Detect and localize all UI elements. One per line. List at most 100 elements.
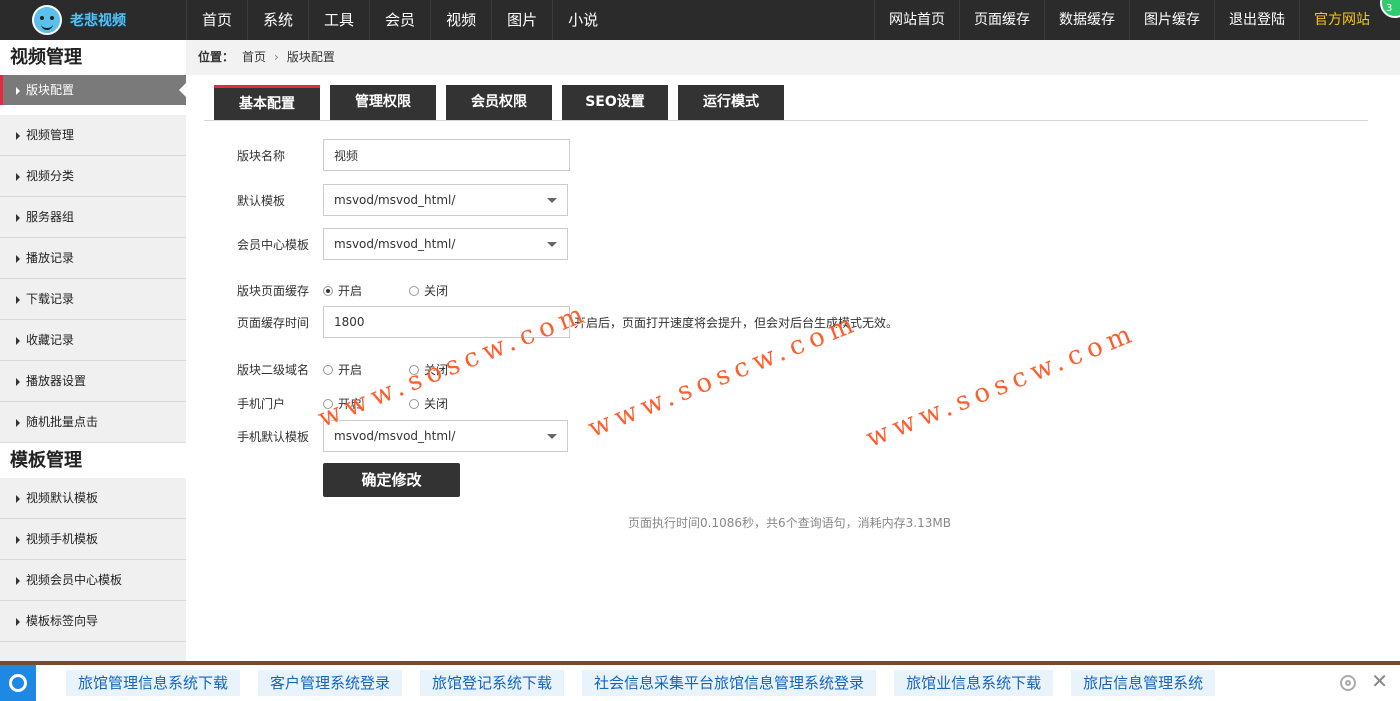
caret-right-icon [16, 494, 20, 503]
default-template-select[interactable]: msvod/msvod_html/ [323, 184, 568, 216]
sidebar-item-label: 版块配置 [26, 83, 75, 97]
nav-novel[interactable]: 小说 [552, 0, 613, 40]
nav-image-cache[interactable]: 图片缓存 [1129, 0, 1214, 40]
default-template-label: 默认模板 [237, 193, 286, 208]
breadcrumb: 位置： 首页 › 版块配置 [186, 40, 1400, 75]
tab-admin-permissions[interactable]: 管理权限 [330, 85, 436, 120]
bottom-ad-bar: 旅馆管理信息系统下载 客户管理系统登录 旅馆登记系统下载 社会信息采集平台旅馆信… [0, 665, 1400, 701]
radio-unchecked-icon [409, 398, 419, 409]
search-logo-icon[interactable] [0, 665, 36, 701]
page-cache-off-radio[interactable]: 关闭 [409, 282, 495, 299]
utility-nav: 网站首页 页面缓存 数据缓存 图片缓存 退出登陆 官方网站 3 [874, 0, 1400, 40]
nav-image[interactable]: 图片 [491, 0, 552, 40]
sidebar-item-random-clicks[interactable]: 随机批量点击 [0, 402, 186, 443]
mobile-portal-off-radio[interactable]: 关闭 [409, 395, 495, 412]
tab-run-mode[interactable]: 运行模式 [678, 85, 784, 120]
member-template-select[interactable]: msvod/msvod_html/ [323, 228, 568, 260]
radio-label: 开启 [338, 363, 363, 377]
radio-label: 关闭 [424, 397, 449, 411]
nav-system[interactable]: 系统 [247, 0, 308, 40]
cache-time-label: 页面缓存时间 [237, 315, 310, 330]
chevron-down-icon [547, 434, 557, 439]
sidebar-item-favorite-log[interactable]: 收藏记录 [0, 320, 186, 361]
sidebar-item-label: 播放器设置 [26, 374, 87, 388]
bottom-link[interactable]: 客户管理系统登录 [258, 670, 403, 696]
page-cache-radios: 开启 关闭 [323, 282, 495, 299]
sidebar-item-label: 收藏记录 [26, 333, 75, 347]
sidebar-item-label: 下载记录 [26, 292, 75, 306]
caret-right-icon [16, 172, 20, 181]
sidebar-item-player-settings[interactable]: 播放器设置 [0, 361, 186, 402]
breadcrumb-home-link[interactable]: 首页 [242, 50, 266, 64]
tabs-divider [204, 120, 1368, 121]
main-nav: 首页 系统 工具 会员 视频 图片 小说 [186, 0, 613, 40]
default-template-value: msvod/msvod_html/ [334, 193, 456, 207]
caret-right-icon [16, 131, 20, 140]
nav-site-home[interactable]: 网站首页 [874, 0, 959, 40]
sidebar-section-template: 模板管理 [0, 443, 186, 478]
caret-right-icon [16, 576, 20, 585]
sidebar-item-server-group[interactable]: 服务器组 [0, 197, 186, 238]
sidebar-item-label: 视频会员中心模板 [26, 573, 123, 587]
sidebar-section-video: 视频管理 [0, 40, 186, 75]
bottom-link[interactable]: 旅馆管理信息系统下载 [66, 670, 241, 696]
sidebar-item-label: 播放记录 [26, 251, 75, 265]
smiley-face-icon [32, 5, 62, 35]
bottom-link[interactable]: 旅店信息管理系统 [1071, 670, 1216, 696]
nav-tools[interactable]: 工具 [308, 0, 369, 40]
sidebar-item-mobile-template[interactable]: 视频手机模板 [0, 519, 186, 560]
sidebar-item-play-log[interactable]: 播放记录 [0, 238, 186, 279]
gear-icon[interactable] [1340, 675, 1356, 691]
sidebar-item-label: 模板标签向导 [26, 614, 99, 628]
sidebar-item-label: 视频管理 [26, 128, 75, 142]
sidebar-item-default-template[interactable]: 视频默认模板 [0, 478, 186, 519]
block-name-input[interactable] [323, 139, 570, 171]
sidebar-item-tag-guide[interactable]: 模板标签向导 [0, 601, 186, 642]
radio-label: 开启 [338, 284, 363, 298]
caret-right-icon [16, 418, 20, 427]
bottom-link[interactable]: 旅馆业信息系统下载 [894, 670, 1054, 696]
sidebar-item-video-category[interactable]: 视频分类 [0, 156, 186, 197]
caret-right-icon [16, 213, 20, 222]
member-template-value: msvod/msvod_html/ [334, 237, 456, 251]
sidebar-item-download-log[interactable]: 下载记录 [0, 279, 186, 320]
radio-checked-icon [323, 285, 333, 296]
nav-logout[interactable]: 退出登陆 [1214, 0, 1299, 40]
tab-seo-settings[interactable]: SEO设置 [562, 85, 668, 120]
form-row-mobile-template: 手机默认模板 msvod/msvod_html/ [237, 420, 568, 452]
bottom-link[interactable]: 社会信息采集平台旅馆信息管理系统登录 [582, 670, 877, 696]
subdomain-label: 版块二级域名 [237, 363, 310, 377]
sidebar-item-member-template[interactable]: 视频会员中心模板 [0, 560, 186, 601]
nav-home[interactable]: 首页 [186, 0, 247, 40]
member-template-label: 会员中心模板 [237, 237, 310, 252]
sidebar-item-label: 视频分类 [26, 169, 75, 183]
brand-logo[interactable]: 老悲视频 [0, 0, 186, 40]
sidebar-item-video-manage[interactable]: 视频管理 [0, 115, 186, 156]
caret-right-icon [16, 336, 20, 345]
mobile-template-value: msvod/msvod_html/ [334, 429, 456, 443]
tab-member-permissions[interactable]: 会员权限 [446, 85, 552, 120]
page-cache-on-radio[interactable]: 开启 [323, 282, 409, 299]
nav-data-cache[interactable]: 数据缓存 [1044, 0, 1129, 40]
block-name-label: 版块名称 [237, 148, 286, 163]
caret-right-icon [16, 535, 20, 544]
sidebar-item-label: 视频手机模板 [26, 532, 99, 546]
caret-right-icon [16, 254, 20, 263]
close-icon[interactable]: ✕ [1371, 671, 1388, 691]
execution-info: 页面执行时间0.1086秒，共6个查询语句，消耗内存3.13MB [628, 516, 951, 530]
nav-member[interactable]: 会员 [369, 0, 430, 40]
submit-button[interactable]: 确定修改 [323, 463, 460, 497]
bottom-link[interactable]: 旅馆登记系统下载 [420, 670, 565, 696]
chevron-down-icon [547, 198, 557, 203]
radio-unchecked-icon [323, 364, 333, 375]
nav-video[interactable]: 视频 [430, 0, 491, 40]
caret-right-icon [16, 617, 20, 626]
tab-basic-config[interactable]: 基本配置 [214, 85, 320, 120]
main-content: 位置： 首页 › 版块配置 基本配置 管理权限 会员权限 SEO设置 运行模式 版块名… [186, 40, 1400, 661]
form-row-page-cache: 版块页面缓存 开启 关闭 [237, 282, 495, 299]
mobile-template-select[interactable]: msvod/msvod_html/ [323, 420, 568, 452]
nav-page-cache[interactable]: 页面缓存 [959, 0, 1044, 40]
mobile-template-label: 手机默认模板 [237, 429, 310, 444]
radio-unchecked-icon [409, 285, 419, 296]
sidebar-item-block-config[interactable]: 版块配置 [0, 75, 186, 105]
